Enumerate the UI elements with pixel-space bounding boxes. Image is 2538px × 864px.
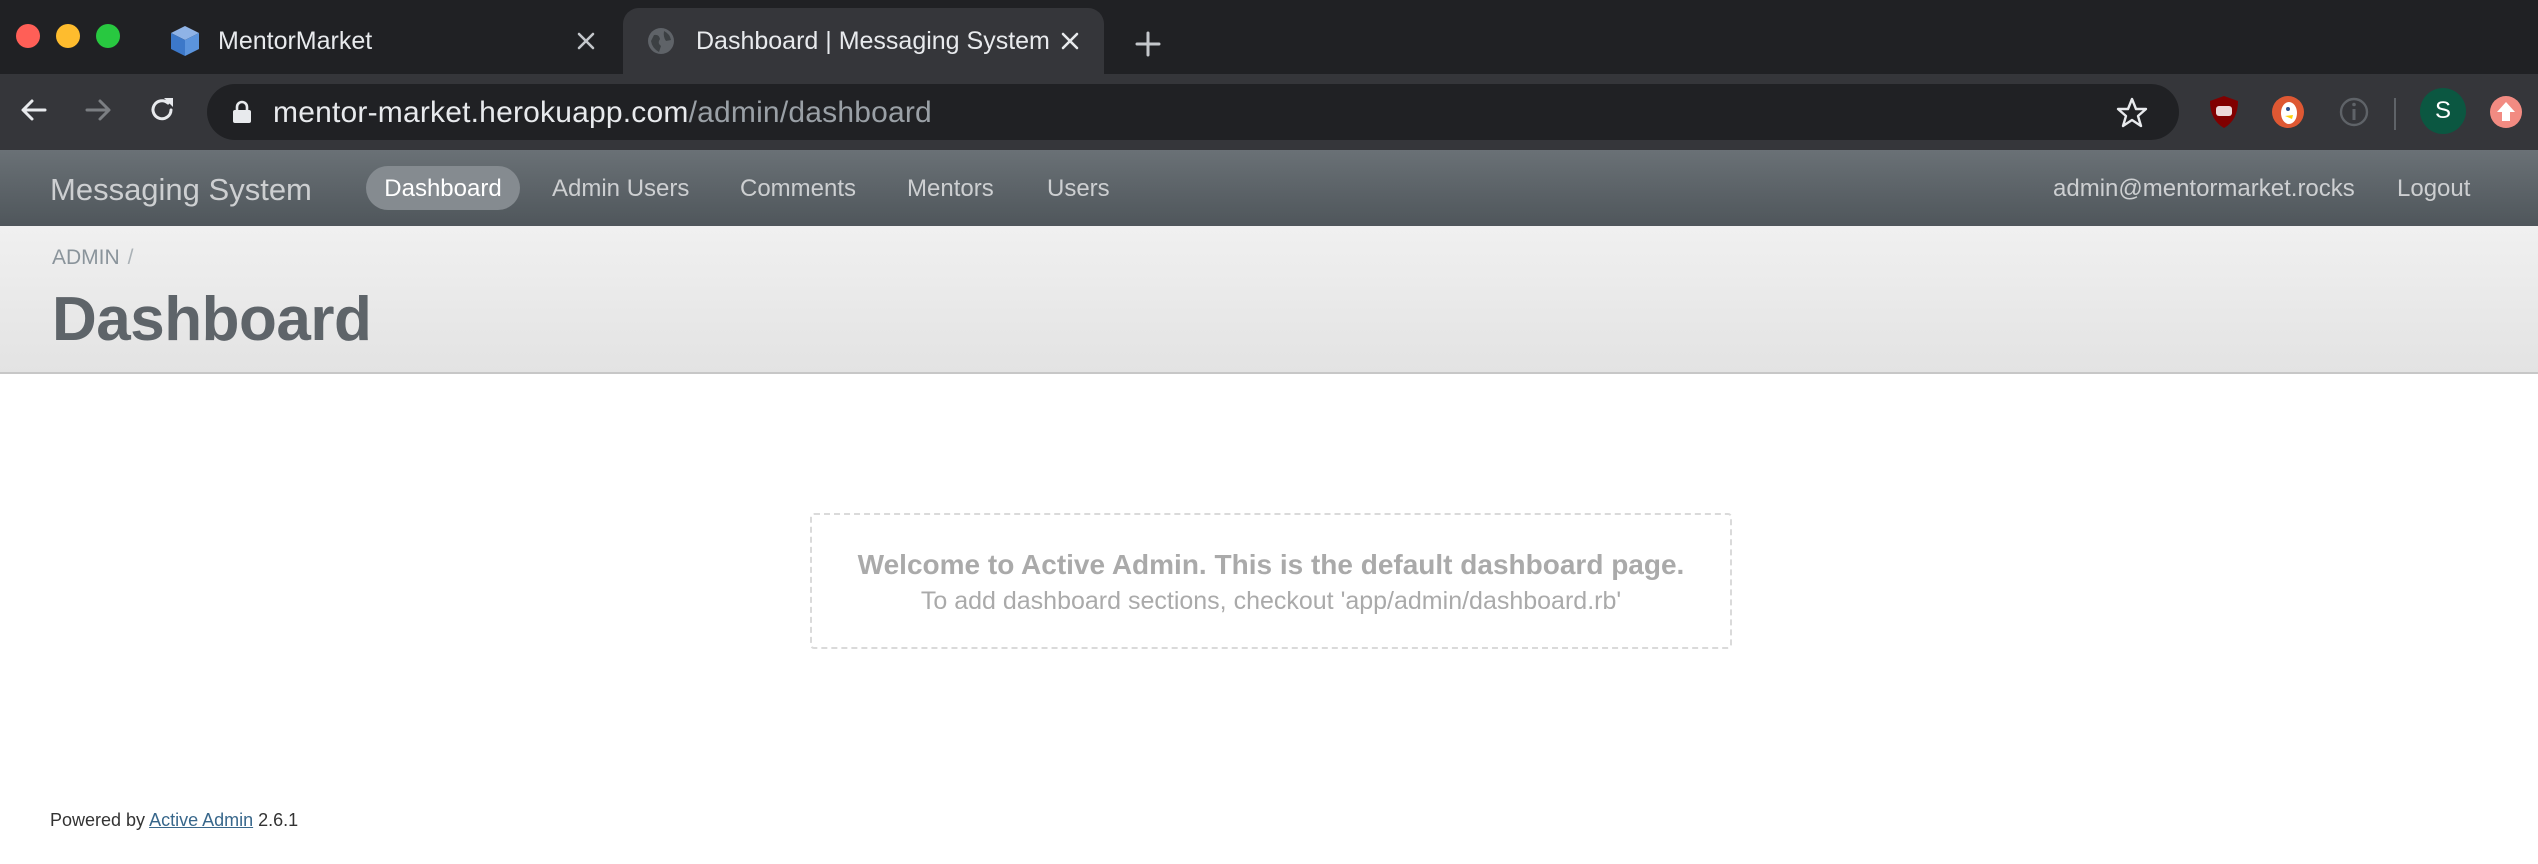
info-icon[interactable] <box>2334 92 2374 132</box>
globe-icon <box>648 28 674 54</box>
duckduckgo-icon[interactable] <box>2268 92 2308 132</box>
page-title: Dashboard <box>52 285 372 354</box>
menu-item-comments[interactable]: Comments <box>740 175 856 203</box>
breadcrumb-admin-link[interactable]: ADMIN <box>52 246 120 269</box>
url-host: mentor-market.herokuapp.com <box>273 96 689 129</box>
menu-item-users[interactable]: Users <box>1047 175 1110 203</box>
browser-tab-dashboard[interactable]: Dashboard | Messaging System <box>623 8 1104 74</box>
close-window-button[interactable] <box>16 24 40 48</box>
logout-link[interactable]: Logout <box>2397 175 2470 203</box>
back-arrow-icon[interactable] <box>14 90 54 130</box>
maximize-window-button[interactable] <box>96 24 120 48</box>
forward-arrow-icon[interactable] <box>78 90 118 130</box>
close-tab-icon[interactable] <box>572 27 600 55</box>
lock-icon[interactable] <box>231 100 253 124</box>
tab-title: MentorMarket <box>218 27 373 55</box>
admin-header: Messaging System Dashboard Admin Users C… <box>0 150 2538 228</box>
browser-toolbar: mentor-market.herokuapp.com/admin/dashbo… <box>0 74 2538 150</box>
menu-item-label: Dashboard <box>384 175 502 202</box>
tab-title: Dashboard | Messaging System <box>696 27 1050 55</box>
address-bar[interactable]: mentor-market.herokuapp.com/admin/dashbo… <box>207 84 2179 140</box>
menu-item-dashboard[interactable]: Dashboard <box>366 166 520 210</box>
bookmark-star-icon[interactable] <box>2115 96 2149 130</box>
close-tab-icon[interactable] <box>1056 27 1084 55</box>
browser-tab-bar: MentorMarket Dashboard | Messaging Syste… <box>0 0 2538 74</box>
url-text: mentor-market.herokuapp.com/admin/dashbo… <box>273 96 932 130</box>
new-tab-icon[interactable] <box>1128 24 1168 64</box>
footer-version: 2.6.1 <box>258 810 299 830</box>
minimize-window-button[interactable] <box>56 24 80 48</box>
toolbar-separator <box>2394 98 2396 130</box>
profile-avatar[interactable]: S <box>2420 88 2466 134</box>
browser-tab-mentormarket[interactable]: MentorMarket <box>150 8 620 74</box>
current-user-email[interactable]: admin@mentormarket.rocks <box>2053 175 2355 203</box>
site-title[interactable]: Messaging System <box>50 172 312 208</box>
breadcrumb-separator: / <box>127 246 134 269</box>
url-path: /admin/dashboard <box>688 96 932 129</box>
ublock-shield-icon[interactable] <box>2204 92 2244 132</box>
title-bar: ADMIN / Dashboard <box>0 226 2538 374</box>
reload-icon[interactable] <box>142 90 182 130</box>
footer-prefix: Powered by <box>50 810 146 830</box>
menu-item-admin-users[interactable]: Admin Users <box>552 175 689 203</box>
menu-item-mentors[interactable]: Mentors <box>907 175 994 203</box>
blank-slate-title: Welcome to Active Admin. This is the def… <box>857 549 1685 580</box>
cube-icon <box>171 26 199 56</box>
footer: Powered by Active Admin 2.6.1 <box>50 810 298 831</box>
blank-slate-panel: Welcome to Active Admin. This is the def… <box>810 513 1732 649</box>
breadcrumb: ADMIN / <box>52 246 134 270</box>
active-admin-link[interactable]: Active Admin <box>149 810 253 830</box>
blank-slate-subtitle: To add dashboard sections, checkout 'app… <box>920 587 1622 615</box>
extension-icon[interactable] <box>2488 94 2524 130</box>
